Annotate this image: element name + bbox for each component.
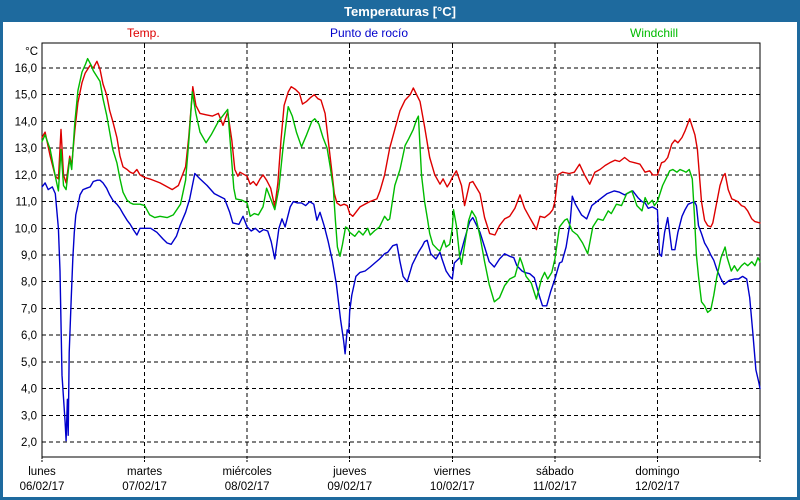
y-tick-label: 7,0 <box>21 303 37 315</box>
y-tick-label: 12,0 <box>15 170 37 182</box>
x-date-label: 07/02/17 <box>122 481 167 493</box>
legend-item-dew-point: Punto de rocío <box>330 26 408 40</box>
window-title: Temperaturas [°C] <box>344 4 456 19</box>
plot-border <box>42 43 760 457</box>
y-tick-label: 11,0 <box>15 197 37 209</box>
x-day-label: viernes <box>434 466 471 478</box>
x-date-label: 06/02/17 <box>20 481 65 493</box>
x-day-label: lunes <box>28 466 56 478</box>
y-tick-label: 5,0 <box>21 357 37 369</box>
y-tick-label: 13,0 <box>15 143 37 155</box>
x-day-label: martes <box>127 466 162 478</box>
y-tick-label: 6,0 <box>21 330 37 342</box>
x-day-label: domingo <box>635 466 679 478</box>
x-day-label: jueves <box>332 466 366 478</box>
y-tick-label: 8,0 <box>21 277 37 289</box>
x-day-label: sábado <box>536 466 574 478</box>
y-tick-label: 15,0 <box>15 90 37 102</box>
legend-item-temp: Temp. <box>127 26 160 40</box>
app-window: 16,0 15,0 14,0 13,0 12,0 11,0 10,0 9,0 8,0 7,0 6,0… <box>0 0 800 500</box>
y-axis-unit-label: °C <box>25 46 38 58</box>
y-tick-label: 2,0 <box>21 437 37 449</box>
y-tick-label: 16,0 <box>15 63 37 75</box>
x-date-label: 10/02/17 <box>430 481 475 493</box>
x-date-label: 09/02/17 <box>327 481 372 493</box>
x-date-label: 11/02/17 <box>533 481 577 493</box>
y-tick-label: 9,0 <box>21 250 37 262</box>
x-day-label: miércoles <box>223 466 272 478</box>
legend-item-windchill: Windchill <box>630 26 678 40</box>
y-tick-label: 10,0 <box>15 223 37 235</box>
x-date-label: 08/02/17 <box>225 481 270 493</box>
y-tick-label: 14,0 <box>15 116 37 128</box>
x-date-label: 12/02/17 <box>635 481 680 493</box>
y-tick-label: 4,0 <box>21 384 37 396</box>
windchill-series-line <box>42 59 760 313</box>
temperature-chart: 16,0 15,0 14,0 13,0 12,0 11,0 10,0 9,0 8,0 7,0 6,0… <box>0 0 800 500</box>
y-tick-label: 3,0 <box>21 410 37 422</box>
title-bar[interactable]: Temperaturas [°C] <box>0 0 800 22</box>
